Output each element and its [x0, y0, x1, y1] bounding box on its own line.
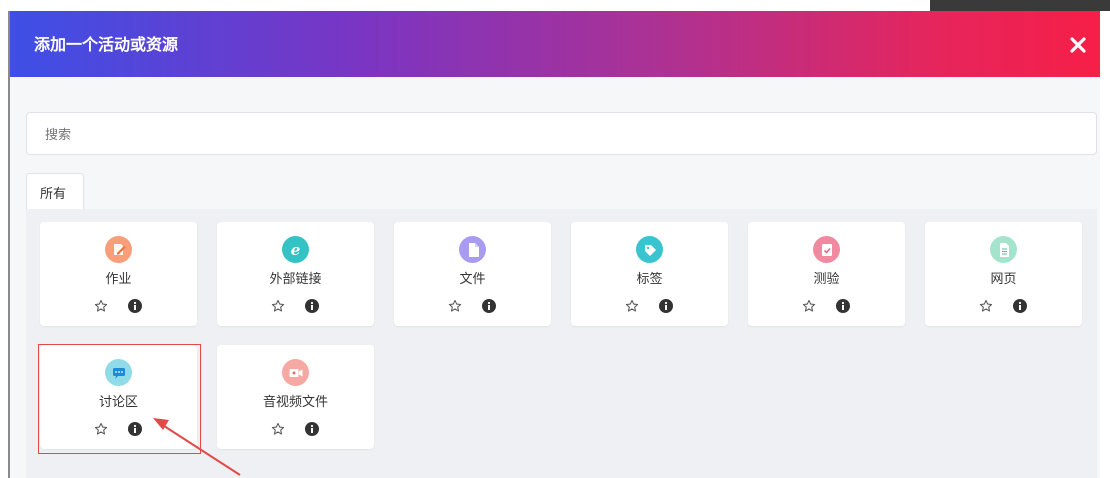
close-button[interactable] [1064, 31, 1092, 59]
activity-card[interactable]: 文件 [394, 222, 551, 326]
video-icon [282, 359, 309, 386]
star-icon[interactable] [979, 298, 993, 312]
activity-card[interactable]: 音视频文件 [217, 345, 374, 449]
activity-label: 作业 [105, 272, 132, 287]
activity-card[interactable]: e 外部链接 [217, 222, 374, 326]
star-icon[interactable] [625, 298, 639, 312]
info-icon[interactable] [128, 421, 142, 436]
star-icon[interactable] [271, 421, 285, 435]
info-icon[interactable] [305, 298, 319, 313]
modal-title: 添加一个活动或资源 [34, 35, 179, 54]
external-link-icon: e [282, 236, 309, 263]
star-icon[interactable] [448, 298, 462, 312]
activity-card[interactable]: 作业 [40, 222, 197, 326]
tag-icon [636, 236, 663, 263]
tab-all[interactable]: 所有 [26, 173, 84, 210]
star-icon[interactable] [94, 298, 108, 312]
star-icon[interactable] [94, 421, 108, 435]
assignment-icon [105, 236, 132, 263]
info-icon[interactable] [128, 298, 142, 313]
info-icon[interactable] [482, 298, 496, 313]
left-edge [0, 0, 10, 478]
star-icon[interactable] [802, 298, 816, 312]
close-icon [1070, 37, 1086, 53]
page-icon [990, 236, 1017, 263]
activity-label: 标签 [636, 272, 663, 287]
svg-text:e: e [291, 241, 301, 259]
search-field[interactable] [26, 112, 1097, 155]
activity-card[interactable]: 网页 [925, 222, 1082, 326]
activity-card[interactable]: 讨论区 [40, 345, 197, 449]
search-input[interactable] [43, 124, 1077, 146]
modal-header: 添加一个活动或资源 [10, 11, 1100, 77]
background-window-strip [930, 0, 1110, 11]
info-icon[interactable] [836, 298, 850, 313]
activity-label: 网页 [990, 272, 1017, 287]
top-strip [0, 0, 1110, 11]
activity-label: 测验 [813, 272, 840, 287]
info-icon[interactable] [659, 298, 673, 313]
activity-card[interactable]: 测验 [748, 222, 905, 326]
tab-label: 所有 [40, 187, 67, 202]
quiz-icon [813, 236, 840, 263]
activity-label: 外部链接 [269, 272, 322, 287]
activity-card[interactable]: 标签 [571, 222, 728, 326]
info-icon[interactable] [1013, 298, 1027, 313]
activity-label: 音视频文件 [262, 395, 328, 410]
star-icon[interactable] [271, 298, 285, 312]
forum-icon [105, 359, 132, 386]
activity-label: 文件 [459, 272, 486, 287]
activity-label: 讨论区 [98, 395, 138, 410]
info-icon[interactable] [305, 421, 319, 436]
file-icon [459, 236, 486, 263]
